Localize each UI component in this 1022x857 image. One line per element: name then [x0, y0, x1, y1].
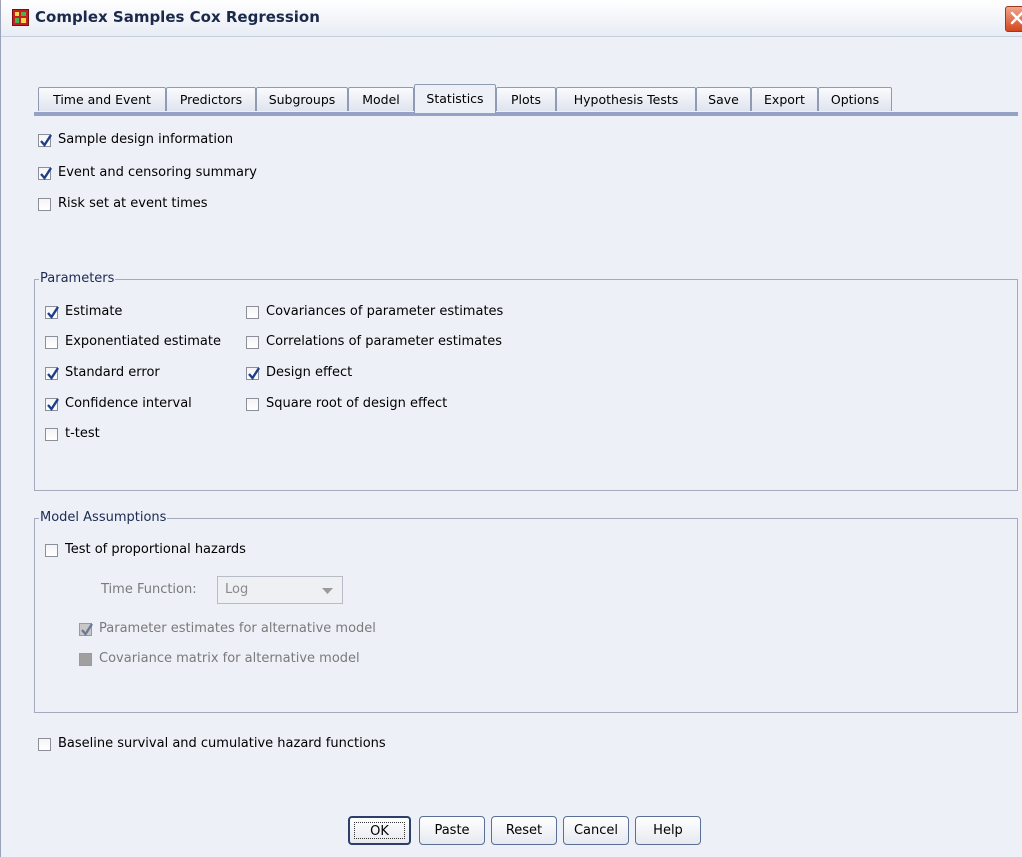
- select-value: Log: [225, 582, 249, 597]
- checkbox-box[interactable]: [79, 653, 92, 666]
- tab-divider: [34, 112, 1018, 116]
- checkbox-box[interactable]: [246, 367, 261, 380]
- title-bar[interactable]: Complex Samples Cox Regression: [1, 0, 1022, 37]
- checkbox-box[interactable]: [45, 336, 58, 349]
- focus-ring: [354, 822, 405, 839]
- checkbox-box[interactable]: [38, 198, 51, 211]
- checkbox-box[interactable]: [246, 336, 259, 349]
- checkbox-label: Square root of design effect: [266, 396, 448, 411]
- checkbox-label: Covariance matrix for alternative model: [99, 651, 360, 666]
- checkbox-box[interactable]: [38, 738, 51, 751]
- checkmark-icon: [47, 398, 60, 411]
- tab-model[interactable]: Model: [348, 87, 414, 111]
- time-function-label: Time Function:: [101, 582, 197, 597]
- tab-options[interactable]: Options: [818, 87, 892, 111]
- checkbox-box[interactable]: [45, 428, 58, 441]
- close-button[interactable]: [1005, 6, 1022, 32]
- button-label: Paste: [434, 823, 470, 838]
- checkbox-label: Confidence interval: [65, 396, 192, 411]
- checkbox-label: Covariances of parameter estimates: [266, 304, 504, 319]
- checkmark-icon: [40, 134, 53, 147]
- tab-subgroups[interactable]: Subgroups: [256, 87, 348, 111]
- close-icon: [1010, 11, 1022, 25]
- checkbox-label: Standard error: [65, 365, 160, 380]
- spss-app-icon: [12, 9, 29, 26]
- button-label: Help: [653, 823, 683, 838]
- checkbox-label: Design effect: [266, 365, 353, 380]
- chevron-down-icon: [322, 588, 333, 594]
- checkbox-box[interactable]: [45, 306, 60, 319]
- tab-plots[interactable]: Plots: [496, 87, 556, 111]
- checkbox-box[interactable]: [79, 623, 94, 636]
- dialog-window: Complex Samples Cox Regression Time and …: [0, 0, 1022, 857]
- checkbox-box[interactable]: [246, 398, 259, 411]
- button-label: Reset: [505, 823, 543, 838]
- button-label: Cancel: [573, 823, 619, 838]
- tab-export[interactable]: Export: [751, 87, 818, 111]
- window-title: Complex Samples Cox Regression: [35, 8, 320, 26]
- cancel-button[interactable]: Cancel: [563, 816, 629, 845]
- checkbox-box[interactable]: [246, 306, 259, 319]
- tab-time-and-event[interactable]: Time and Event: [38, 87, 166, 111]
- checkbox-box[interactable]: [38, 167, 53, 180]
- group-title: Model Assumptions: [39, 510, 168, 525]
- reset-button[interactable]: Reset: [491, 816, 557, 845]
- checkmark-icon: [81, 623, 94, 636]
- checkbox-label: Event and censoring summary: [58, 165, 257, 180]
- checkbox-box[interactable]: [38, 134, 53, 147]
- checkbox-box[interactable]: [45, 367, 60, 380]
- checkmark-icon: [248, 367, 261, 380]
- parameters-group: Parameters: [34, 271, 1018, 491]
- checkbox-label: Estimate: [65, 304, 123, 319]
- paste-button[interactable]: Paste: [419, 816, 485, 845]
- checkbox-box[interactable]: [45, 398, 60, 411]
- checkbox-label: Test of proportional hazards: [65, 542, 246, 557]
- checkbox-label: Baseline survival and cumulative hazard …: [58, 736, 386, 751]
- help-button[interactable]: Help: [635, 816, 701, 845]
- checkmark-icon: [47, 367, 60, 380]
- tab-statistics[interactable]: Statistics: [414, 84, 496, 113]
- checkbox-label: Parameter estimates for alternative mode…: [99, 621, 376, 636]
- checkmark-icon: [40, 167, 53, 180]
- checkbox-label: Correlations of parameter estimates: [266, 334, 502, 349]
- time-function-select[interactable]: Log: [217, 576, 343, 604]
- ok-button[interactable]: OK: [348, 816, 411, 845]
- checkmark-icon: [47, 306, 60, 319]
- checkbox-label: Risk set at event times: [58, 196, 208, 211]
- checkbox-box[interactable]: [45, 544, 58, 557]
- tab-predictors[interactable]: Predictors: [166, 87, 256, 111]
- checkbox-label: Sample design information: [58, 132, 234, 147]
- checkbox-label: t-test: [65, 426, 100, 441]
- tab-save[interactable]: Save: [696, 87, 751, 111]
- tab-hypothesis-tests[interactable]: Hypothesis Tests: [556, 87, 696, 111]
- group-title: Parameters: [39, 271, 116, 286]
- checkbox-label: Exponentiated estimate: [65, 334, 221, 349]
